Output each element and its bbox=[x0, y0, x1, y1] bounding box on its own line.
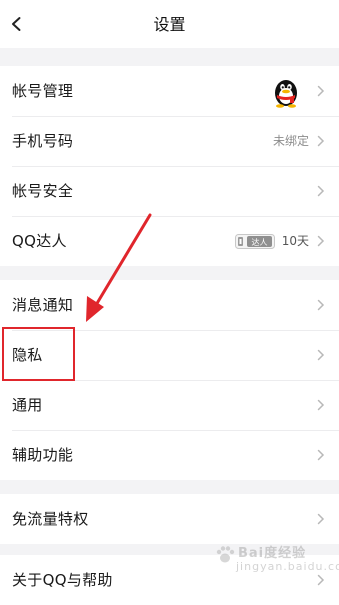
watermark-subtitle: jingyan.baidu.com bbox=[236, 560, 339, 573]
baidu-jingyan-watermark: Bai度经验 jingyan.baidu.com bbox=[214, 542, 339, 582]
paw-logo-icon bbox=[216, 546, 235, 563]
annotation-arrow-icon bbox=[86, 213, 152, 322]
watermark-title: Bai度经验 bbox=[238, 546, 307, 561]
